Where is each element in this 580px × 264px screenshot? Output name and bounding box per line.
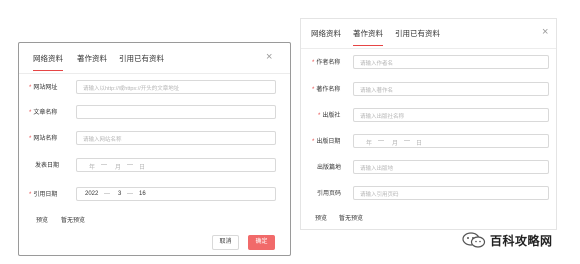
input-placeholder: 请输入作者名 <box>360 61 394 67</box>
required-mark: * <box>312 87 315 93</box>
field-label-text: 网站网址 <box>33 85 58 91</box>
date-separator: — <box>104 191 110 197</box>
article-name-input[interactable] <box>76 105 276 119</box>
field-label-text: 出版日期 <box>316 139 341 145</box>
field-row-publish-date: 发表日期 年 — 月 — 日 <box>19 158 292 172</box>
field-label-text: 文章名称 <box>33 110 58 116</box>
wechat-icon <box>462 232 486 248</box>
field-row-publish-place: 出版篇地 请输入出版地 <box>301 160 558 174</box>
field-row-article-name: * 文章名称 <box>19 105 292 119</box>
required-mark: * <box>29 85 32 91</box>
field-row-cite-page: 引用页码 请输入引用页码 <box>301 186 558 200</box>
field-label: * 网站网址 <box>29 82 57 91</box>
year-placeholder: 年 <box>366 141 373 147</box>
tab-bar: 网络资料 著作资料 引用已有资料 × <box>301 24 556 49</box>
required-mark: * <box>29 136 32 142</box>
field-label-text: 出版社 <box>322 113 341 119</box>
field-label-text: 作者名称 <box>316 60 341 66</box>
field-row-cite-date: * 引用日期 2022 — 3 — 16 <box>19 187 292 201</box>
publish-date-picker[interactable]: 年 — 月 — 日 <box>353 134 549 148</box>
field-label: * 出版社 <box>318 110 340 119</box>
url-input[interactable]: 请输入以http://或https://开头的文章地址 <box>76 80 276 94</box>
tab-existing-source[interactable]: 引用已有资料 <box>395 28 440 39</box>
input-placeholder: 请输入出版社名称 <box>360 114 405 120</box>
author-input[interactable]: 请输入作者名 <box>353 55 549 69</box>
tab-existing-source[interactable]: 引用已有资料 <box>119 53 164 64</box>
month-placeholder: 月 <box>392 141 399 147</box>
year-value: 2022 <box>85 191 99 197</box>
field-label-text: 引用日期 <box>33 192 58 198</box>
date-separator: — <box>404 138 410 144</box>
cite-date-picker[interactable]: 2022 — 3 — 16 <box>76 187 276 201</box>
publisher-input[interactable]: 请输入出版社名称 <box>353 108 549 122</box>
required-mark: * <box>29 192 32 198</box>
field-label: * 网站名称 <box>29 133 57 142</box>
tab-bar: 网络资料 著作资料 引用已有资料 × <box>19 49 290 74</box>
cite-page-input[interactable]: 请输入引用页码 <box>353 186 549 200</box>
required-mark: * <box>312 139 315 145</box>
reference-dialog-book: 网络资料 著作资料 引用已有资料 × * 作者名称 请输入作者名 * 著作名称 请输… <box>300 18 557 230</box>
preview-label: 预览 <box>315 216 328 222</box>
input-placeholder: 请输入出版地 <box>360 166 394 172</box>
field-label: * 著作名称 <box>312 84 340 93</box>
site-name-input[interactable]: 请输入网站名称 <box>76 131 276 145</box>
year-placeholder: 年 <box>89 165 96 171</box>
preview-value: 暂无预览 <box>339 216 364 222</box>
field-row-url: * 网站网址 请输入以http://或https://开头的文章地址 <box>19 80 292 94</box>
day-placeholder: 日 <box>139 165 146 171</box>
ok-button[interactable]: 确定 <box>248 235 275 250</box>
date-separator: — <box>127 162 133 168</box>
day-value: 16 <box>139 191 146 197</box>
field-row-site-name: * 网站名称 请输入网站名称 <box>19 131 292 145</box>
field-label-text: 发表日期 <box>35 163 60 169</box>
date-separator: — <box>378 138 384 144</box>
required-mark: * <box>318 113 321 119</box>
month-placeholder: 月 <box>115 165 122 171</box>
input-placeholder: 请输入网站名称 <box>83 137 122 143</box>
required-mark: * <box>29 110 32 116</box>
field-row-publish-date: * 出版日期 年 — 月 — 日 <box>301 134 558 148</box>
tab-book-source[interactable]: 著作资料 <box>353 28 383 46</box>
day-placeholder: 日 <box>416 141 423 147</box>
tab-web-source[interactable]: 网络资料 <box>33 53 63 71</box>
tab-book-source[interactable]: 著作资料 <box>77 53 107 64</box>
field-label: * 出版日期 <box>312 136 340 145</box>
field-row-book-title: * 著作名称 请输入著作名 <box>301 82 558 96</box>
input-placeholder: 请输入著作名 <box>360 88 394 94</box>
field-label-text: 出版篇地 <box>317 165 342 171</box>
publish-date-picker[interactable]: 年 — 月 — 日 <box>76 158 276 172</box>
input-placeholder: 请输入引用页码 <box>360 192 399 198</box>
tab-web-source[interactable]: 网络资料 <box>311 28 341 39</box>
field-label-text: 网站名称 <box>33 136 58 142</box>
watermark-text: 百科攻略网 <box>490 234 553 248</box>
input-placeholder: 请输入以http://或https://开头的文章地址 <box>83 86 180 92</box>
date-separator: — <box>127 191 133 197</box>
close-icon[interactable]: × <box>266 52 272 63</box>
publish-place-input[interactable]: 请输入出版地 <box>353 160 549 174</box>
field-label-text: 引用页码 <box>317 191 342 197</box>
field-label: * 作者名称 <box>312 57 340 66</box>
preview-label: 预览 <box>36 218 49 224</box>
preview-value: 暂无预览 <box>61 218 86 224</box>
reference-dialog-web: 网络资料 著作资料 引用已有资料 × * 网站网址 请输入以http://或htt… <box>18 42 291 256</box>
month-value: 3 <box>118 191 122 197</box>
book-title-input[interactable]: 请输入著作名 <box>353 82 549 96</box>
field-row-author: * 作者名称 请输入作者名 <box>301 55 558 69</box>
close-icon[interactable]: × <box>542 27 548 38</box>
required-mark: * <box>312 60 315 66</box>
field-label: * 文章名称 <box>29 107 57 116</box>
field-label: * 引用日期 <box>29 189 57 198</box>
field-row-publisher: * 出版社 请输入出版社名称 <box>301 108 558 122</box>
date-separator: — <box>101 162 107 168</box>
field-label-text: 著作名称 <box>316 87 341 93</box>
cancel-button[interactable]: 取消 <box>212 235 239 250</box>
